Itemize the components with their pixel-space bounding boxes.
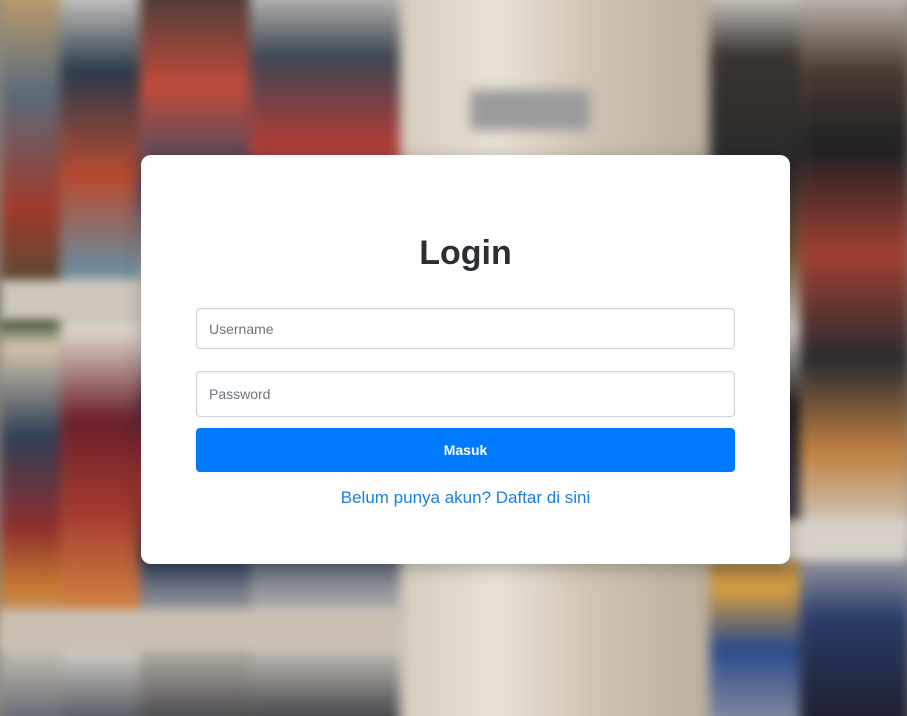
- login-card: Login Masuk Belum punya akun? Daftar di …: [141, 155, 790, 564]
- register-link[interactable]: Belum punya akun? Daftar di sini: [141, 487, 790, 509]
- login-title: Login: [419, 234, 512, 272]
- submit-button[interactable]: Masuk: [196, 428, 735, 472]
- username-input[interactable]: [196, 308, 735, 349]
- password-input[interactable]: [196, 371, 735, 417]
